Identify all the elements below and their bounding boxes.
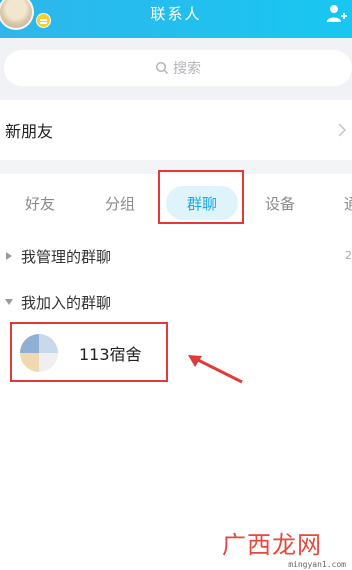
group-section-managed[interactable]: 我管理的群聊 2: [0, 241, 352, 271]
top-bar: 联系人: [0, 0, 352, 38]
tab-more[interactable]: 通: [344, 193, 352, 214]
list-item[interactable]: 113宿舍: [14, 328, 164, 378]
new-friends-row[interactable]: 新朋友: [0, 100, 352, 160]
watermark-logo: 广西龙网: [222, 531, 322, 559]
group-count: 2: [345, 249, 352, 262]
group-avatar: [20, 334, 58, 372]
tab-friends[interactable]: 好友: [25, 193, 55, 214]
add-contact-icon[interactable]: [326, 3, 348, 25]
search-placeholder: 搜索: [173, 61, 201, 77]
search-icon: [155, 61, 169, 75]
group-section-label: 我管理的群聊: [21, 247, 112, 266]
contact-tabs: 好友 分组 群聊 设备 通: [0, 174, 352, 234]
group-name: 113宿舍: [79, 345, 142, 364]
expanded-triangle-icon: [1, 298, 17, 306]
search-input[interactable]: 搜索: [4, 50, 352, 86]
group-section-label: 我加入的群聊: [21, 293, 112, 312]
group-section-joined[interactable]: 我加入的群聊: [0, 287, 352, 317]
new-friends-label: 新朋友: [5, 122, 54, 141]
tab-group-chats-label: 群聊: [186, 194, 217, 213]
page-title: 联系人: [150, 5, 202, 23]
tab-devices[interactable]: 设备: [265, 193, 295, 214]
annotation-arrow-icon: [188, 355, 243, 384]
watermark-url: mingyan1.com: [288, 560, 346, 569]
tab-group-chats[interactable]: 群聊: [166, 186, 238, 220]
chevron-right-icon: [338, 123, 346, 137]
tab-groups-category[interactable]: 分组: [105, 193, 135, 214]
collapsed-triangle-icon: [1, 251, 17, 261]
section-divider: [0, 160, 352, 174]
search-area: 搜索: [0, 38, 352, 100]
